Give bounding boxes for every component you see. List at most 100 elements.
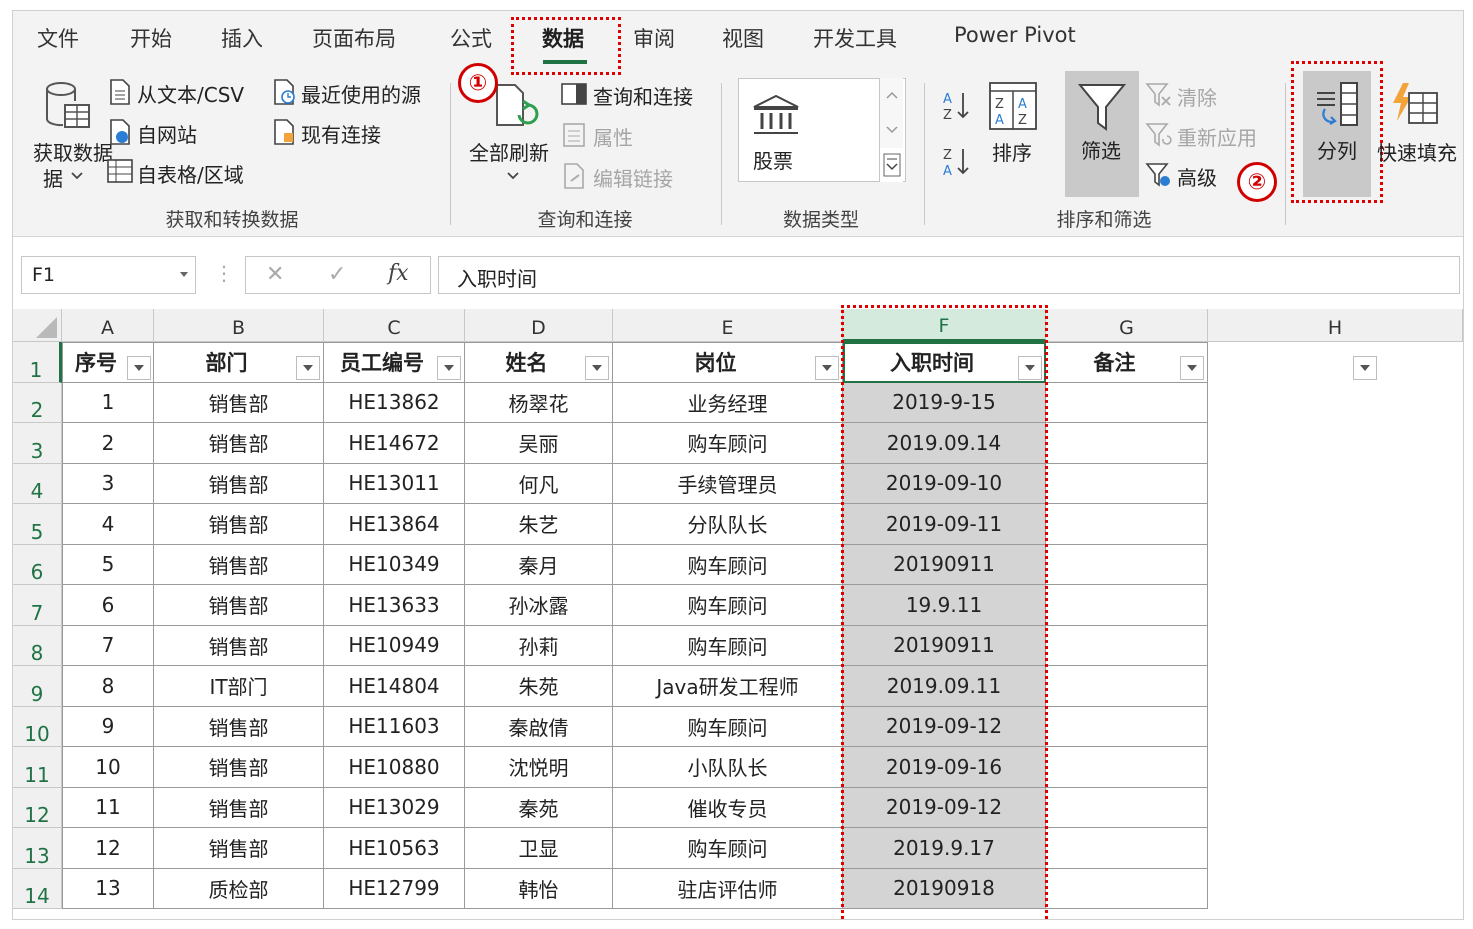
row-header[interactable]: 7 — [13, 585, 62, 626]
gallery-more[interactable] — [879, 148, 903, 182]
table-cell[interactable]: 6 — [62, 585, 154, 626]
table-cell[interactable]: 催收专员 — [613, 787, 843, 828]
filter-button[interactable]: 筛选 — [1065, 71, 1139, 197]
table-cell[interactable]: HE10880 — [324, 747, 465, 788]
tab-developer[interactable]: 开发工具 — [813, 23, 897, 53]
filter-dropdown-button[interactable] — [1180, 356, 1204, 380]
column-header-h[interactable]: H — [1208, 309, 1463, 342]
row-header[interactable]: 9 — [13, 666, 62, 707]
table-cell[interactable]: HE10563 — [324, 828, 465, 869]
table-header-cell[interactable]: 备注 — [1046, 342, 1208, 383]
table-cell[interactable]: HE14672 — [324, 423, 465, 464]
table-cell[interactable]: 购车顾问 — [613, 585, 843, 626]
gallery-scroll-down[interactable] — [879, 113, 903, 148]
table-header-cell[interactable]: 岗位 — [613, 342, 843, 383]
tab-review[interactable]: 审阅 — [633, 23, 675, 53]
column-header-g[interactable]: G — [1046, 309, 1208, 342]
table-cell[interactable]: 卫显 — [465, 828, 613, 869]
table-cell[interactable]: 3 — [62, 463, 154, 504]
row-header[interactable]: 8 — [13, 625, 62, 666]
table-cell[interactable]: HE13633 — [324, 585, 465, 626]
row-header[interactable]: 3 — [13, 423, 62, 464]
table-cell[interactable]: 购车顾问 — [613, 828, 843, 869]
column-header-e[interactable]: E — [613, 309, 843, 342]
table-cell[interactable]: 驻店评估师 — [613, 868, 843, 909]
table-cell[interactable]: 11 — [62, 787, 154, 828]
table-cell[interactable]: 秦啟倩 — [465, 706, 613, 747]
table-cell[interactable]: 购车顾问 — [613, 706, 843, 747]
table-cell[interactable]: 销售部 — [154, 463, 324, 504]
table-cell[interactable]: 朱苑 — [465, 666, 613, 707]
table-cell[interactable]: 销售部 — [154, 382, 324, 423]
table-cell[interactable]: 业务经理 — [613, 382, 843, 423]
filter-dropdown-button[interactable] — [585, 356, 609, 380]
table-cell[interactable]: 购车顾问 — [613, 544, 843, 585]
table-cell[interactable]: HE14804 — [324, 666, 465, 707]
table-cell[interactable] — [1046, 828, 1208, 869]
table-cell[interactable]: 手续管理员 — [613, 463, 843, 504]
table-cell[interactable]: 孙冰露 — [465, 585, 613, 626]
table-cell[interactable]: 秦苑 — [465, 787, 613, 828]
table-cell[interactable]: 5 — [62, 544, 154, 585]
tab-home[interactable]: 开始 — [130, 23, 172, 53]
table-cell[interactable]: 分队队长 — [613, 504, 843, 545]
table-cell[interactable]: 购车顾问 — [613, 423, 843, 464]
column-header-a[interactable]: A — [62, 309, 154, 342]
filter-dropdown-button[interactable] — [815, 356, 839, 380]
tab-formulas[interactable]: 公式 — [450, 23, 492, 53]
table-cell[interactable]: 7 — [62, 625, 154, 666]
table-cell[interactable] — [1046, 747, 1208, 788]
table-header-cell[interactable]: 姓名 — [465, 342, 613, 383]
table-cell[interactable]: 小队队长 — [613, 747, 843, 788]
table-cell[interactable]: 2 — [62, 423, 154, 464]
table-cell[interactable]: 秦月 — [465, 544, 613, 585]
row-header[interactable]: 6 — [13, 544, 62, 585]
row-header[interactable]: 14 — [13, 868, 62, 909]
column-header-b[interactable]: B — [154, 309, 324, 342]
row-header[interactable]: 1 — [13, 342, 62, 383]
table-cell[interactable]: 销售部 — [154, 504, 324, 545]
table-cell[interactable]: HE10949 — [324, 625, 465, 666]
sort-ascending-icon[interactable]: A Z — [941, 89, 973, 123]
table-cell[interactable]: 沈悦明 — [465, 747, 613, 788]
table-cell[interactable]: 购车顾问 — [613, 625, 843, 666]
table-cell[interactable]: 孙莉 — [465, 625, 613, 666]
table-header-cell[interactable]: 序号 — [62, 342, 154, 383]
table-header-cell[interactable]: 部门 — [154, 342, 324, 383]
gallery-scroll-up[interactable] — [879, 78, 903, 113]
table-cell[interactable]: 销售部 — [154, 423, 324, 464]
row-header[interactable]: 2 — [13, 382, 62, 423]
row-header[interactable]: 12 — [13, 787, 62, 828]
table-cell[interactable] — [1046, 504, 1208, 545]
table-cell[interactable] — [1046, 666, 1208, 707]
table-header-cell[interactable]: 员工编号 — [324, 342, 465, 383]
tab-insert[interactable]: 插入 — [221, 23, 263, 53]
table-cell[interactable] — [1046, 544, 1208, 585]
column-header-c[interactable]: C — [324, 309, 465, 342]
name-box[interactable]: F1 — [21, 256, 196, 294]
table-cell[interactable] — [1046, 625, 1208, 666]
table-cell[interactable] — [1046, 706, 1208, 747]
table-cell[interactable]: 质检部 — [154, 868, 324, 909]
table-cell[interactable]: Java研发工程师 — [613, 666, 843, 707]
enter-icon[interactable]: ✓ — [328, 262, 346, 287]
table-cell[interactable]: 销售部 — [154, 625, 324, 666]
insert-function-icon[interactable]: fx — [388, 261, 409, 286]
table-cell[interactable]: HE12799 — [324, 868, 465, 909]
formula-input[interactable]: 入职时间 — [438, 256, 1460, 294]
tab-page-layout[interactable]: 页面布局 — [312, 23, 396, 53]
column-header-d[interactable]: D — [465, 309, 613, 342]
table-cell[interactable]: 朱艺 — [465, 504, 613, 545]
filter-dropdown-button[interactable] — [437, 356, 461, 380]
table-cell[interactable]: 销售部 — [154, 828, 324, 869]
table-cell[interactable] — [1046, 382, 1208, 423]
table-cell[interactable]: 销售部 — [154, 787, 324, 828]
table-cell[interactable] — [1046, 787, 1208, 828]
row-header[interactable]: 10 — [13, 706, 62, 747]
table-cell[interactable]: HE13011 — [324, 463, 465, 504]
table-cell[interactable]: 4 — [62, 504, 154, 545]
table-cell[interactable]: 何凡 — [465, 463, 613, 504]
table-cell[interactable]: 销售部 — [154, 585, 324, 626]
filter-dropdown-button[interactable] — [1353, 356, 1377, 380]
table-cell[interactable]: 1 — [62, 382, 154, 423]
